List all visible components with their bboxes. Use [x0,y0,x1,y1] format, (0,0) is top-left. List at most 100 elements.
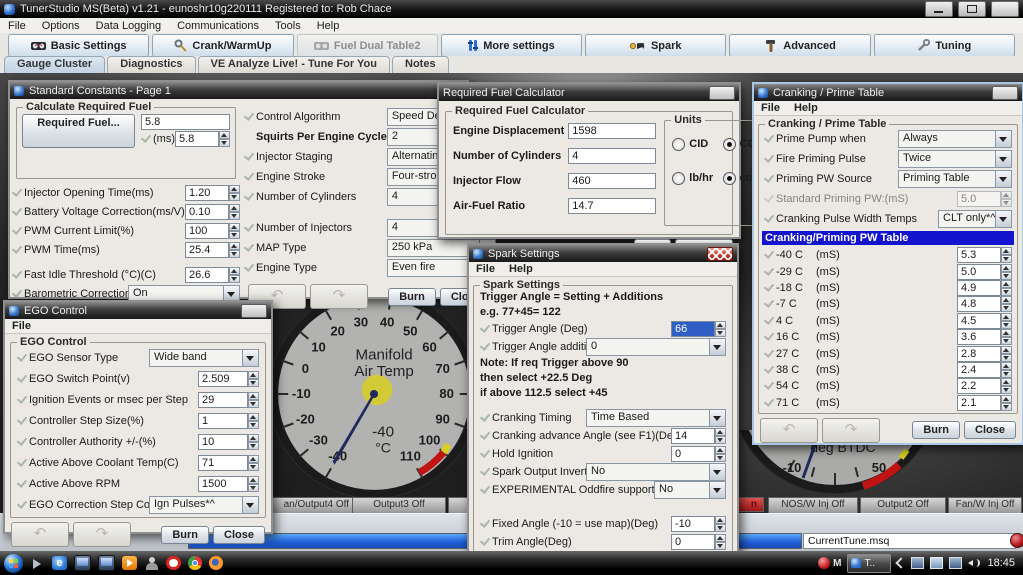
dropdown-arrow-icon[interactable] [995,211,1011,227]
spark-button[interactable]: Spark [585,34,726,57]
controller-step-size-spinner[interactable]: 1 [198,413,259,429]
ego-sensor-type-dropdown[interactable]: Wide band [149,349,259,367]
spinner-arrows[interactable] [229,204,240,220]
maximize-button[interactable] [958,1,986,17]
radio-ccmin-selected[interactable] [723,172,736,185]
display-icon[interactable] [74,555,91,571]
radio-cid[interactable] [672,138,685,151]
menu-file[interactable]: File [761,102,780,114]
spinner-arrows[interactable] [219,131,230,147]
ego-step-counter-dropdown[interactable]: Ign Pulses*^ [149,496,259,514]
pw-spinner[interactable]: 4.8 [957,296,1012,312]
pw-spinner[interactable]: 2.1 [957,395,1012,411]
minimize-button[interactable] [925,1,953,17]
close-window-button[interactable]: Close [964,421,1016,439]
remote-desktop-icon[interactable] [98,555,115,571]
tab-diagnostics[interactable]: Diagnostics [107,56,195,73]
air-fuel-ratio-field[interactable]: 14.7 [568,198,656,214]
pw-spinner[interactable]: 2.8 [957,346,1012,362]
pw-spinner[interactable]: 5.3 [957,247,1012,263]
spinner-arrows[interactable] [1001,264,1012,280]
dropdown-arrow-icon[interactable] [709,482,725,498]
spinner-arrows[interactable] [715,428,726,444]
dropdown-arrow-icon[interactable] [995,131,1011,147]
spinner-arrows[interactable] [248,455,259,471]
battery-voltage-correction-spinner[interactable]: 0.10 [185,204,240,220]
redo-button[interactable]: ↷ [822,418,880,443]
trigger-angle-spinner[interactable]: 66 [671,321,726,337]
more-settings-button[interactable]: More settings [441,34,582,57]
cranking-timing-dropdown[interactable]: Time Based [586,409,726,427]
spinner-field[interactable]: 5.8 [175,131,219,147]
number-of-cylinders-field[interactable]: 4 [568,148,656,164]
calculator-titlebar[interactable]: Required Fuel Calculator [439,84,739,101]
controller-authority-spinner[interactable]: 10 [198,434,259,450]
spinner-arrows[interactable] [715,321,726,337]
close-icon[interactable] [709,86,735,100]
basic-settings-button[interactable]: Basic Settings [8,34,149,57]
injector-opening-time-spinner[interactable]: 1.20 [185,185,240,201]
spinner-arrows[interactable] [229,242,240,258]
spinner-arrows[interactable] [248,413,259,429]
menu-help[interactable]: Help [794,102,818,114]
menu-options[interactable]: Options [42,20,80,32]
menu-file[interactable]: File [476,263,495,275]
chrome-icon[interactable] [188,556,202,570]
hold-ignition-spinner[interactable]: 0 [671,446,726,462]
menu-help[interactable]: Help [509,263,533,275]
pw-spinner[interactable]: 4.9 [957,280,1012,296]
dropdown-arrow-icon[interactable] [709,410,725,426]
ignition-events-spinner[interactable]: 29 [198,392,259,408]
spinner-arrows[interactable] [248,476,259,492]
trigger-angle-addition-dropdown[interactable]: 0 [586,338,726,356]
dropdown-arrow-icon[interactable] [995,151,1011,167]
menu-tools[interactable]: Tools [275,20,301,32]
tunerstudio-task-button[interactable]: T.. [847,554,891,573]
priming-pw-source-dropdown[interactable]: Priming Table [898,170,1012,188]
opera-icon[interactable] [166,556,181,570]
spark-titlebar[interactable]: Spark Settings [469,245,737,262]
fire-priming-pulse-dropdown[interactable]: Twice [898,150,1012,168]
start-button[interactable] [4,554,23,573]
dropdown-arrow-icon[interactable] [242,350,258,366]
spinner-arrows[interactable] [1001,247,1012,263]
spinner-arrows[interactable] [1001,313,1012,329]
burn-button[interactable]: Burn [912,421,960,439]
menu-file[interactable]: File [8,20,26,32]
pw-spinner[interactable]: 5.0 [957,264,1012,280]
burn-button[interactable]: Burn [161,526,209,544]
pw-spinner[interactable]: 4.5 [957,313,1012,329]
crank-warmup-button[interactable]: Crank/WarmUp [152,34,293,57]
cranking-advance-spinner[interactable]: 14 [671,428,726,444]
user-app-icon[interactable] [144,556,159,570]
spinner-arrows[interactable] [1001,378,1012,394]
menu-data-logging[interactable]: Data Logging [96,20,161,32]
prime-pump-when-dropdown[interactable]: Always [898,130,1012,148]
injector-flow-field[interactable]: 460 [568,173,656,189]
spinner-arrows[interactable] [1001,280,1012,296]
menu-communications[interactable]: Communications [177,20,259,32]
spinner-arrows[interactable] [1001,346,1012,362]
tray-expand-icon[interactable] [896,557,907,568]
dropdown-arrow-icon[interactable] [709,464,725,480]
display-settings-icon[interactable] [949,557,962,569]
taskbar-clock[interactable]: 18:45 [987,557,1015,569]
pw-spinner[interactable]: 2.4 [957,362,1012,378]
spark-output-inverted-dropdown[interactable]: No [586,463,726,481]
tuning-button[interactable]: Tuning [874,34,1015,57]
spinner-arrows[interactable] [1001,296,1012,312]
media-player-icon[interactable] [122,556,137,570]
tab-notes[interactable]: Notes [392,56,449,73]
pwm-current-limit-spinner[interactable]: 100 [185,223,240,239]
cranking-pw-temps-dropdown[interactable]: CLT only*^ [938,210,1012,228]
tab-ve-analyze[interactable]: VE Analyze Live! - Tune For You [198,56,390,73]
dropdown-arrow-icon[interactable] [995,171,1011,187]
spinner-arrows[interactable] [248,392,259,408]
undo-button[interactable]: ↶ [11,522,69,547]
pw-spinner[interactable]: 2.2 [957,378,1012,394]
radio-cc-selected[interactable] [723,138,736,151]
redo-button[interactable]: ↷ [310,284,368,309]
tab-gauge-cluster[interactable]: Gauge Cluster [4,56,105,73]
spinner-arrows[interactable] [229,223,240,239]
menu-help[interactable]: Help [317,20,340,32]
